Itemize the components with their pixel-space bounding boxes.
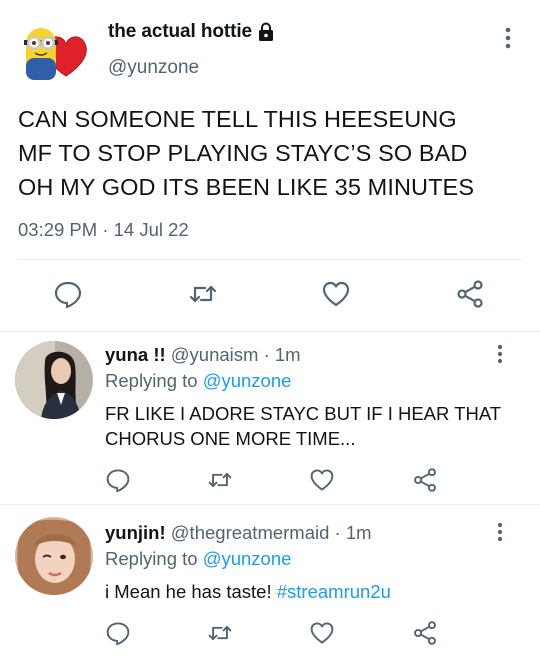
reply-avatar[interactable] — [15, 517, 93, 595]
more-vertical-icon[interactable] — [492, 521, 508, 543]
reply-actions — [0, 467, 540, 497]
share-icon[interactable] — [412, 467, 438, 493]
reply-actions — [0, 620, 540, 650]
tweet-text: CAN SOMEONE TELL THIS HEESEUNG MF TO STO… — [18, 106, 475, 200]
handle[interactable]: @yunzone — [108, 57, 199, 79]
tweet-actions — [0, 279, 540, 309]
tweet-timestamp[interactable]: 03:29 PM · 14 Jul 22 — [18, 219, 189, 241]
replying-to: Replying to @yunzone — [105, 370, 291, 392]
reply-icon[interactable] — [53, 279, 83, 309]
reply-text: FR LIKE I ADORE STAYC BUT IF I HEAR THAT… — [105, 403, 501, 449]
display-name-text[interactable]: the actual hottie — [108, 21, 252, 43]
divider — [18, 259, 522, 260]
reply-icon[interactable] — [105, 467, 131, 493]
reply-time: · 1m — [334, 522, 372, 543]
reply-display-name[interactable]: yunjin! — [105, 522, 166, 543]
retweet-icon[interactable] — [207, 620, 233, 646]
reply-handle[interactable]: @yunaism — [171, 344, 259, 365]
more-vertical-icon[interactable] — [500, 26, 516, 50]
replying-prefix: Replying to — [105, 370, 203, 391]
reply-time: · 1m — [263, 344, 301, 365]
share-icon[interactable] — [455, 279, 485, 309]
like-icon[interactable] — [321, 279, 351, 309]
reply-avatar[interactable] — [15, 341, 93, 419]
lock-icon — [257, 22, 275, 42]
retweet-icon[interactable] — [188, 279, 218, 309]
display-name[interactable]: the actual hottie — [108, 21, 275, 43]
profile-avatar[interactable] — [18, 18, 94, 88]
more-vertical-icon[interactable] — [492, 343, 508, 365]
retweet-icon[interactable] — [207, 467, 233, 493]
reply-text: i Mean he has taste! #streamrun2u — [105, 579, 525, 604]
replying-mention[interactable]: @yunzone — [203, 370, 292, 391]
reply-tweet[interactable]: yunjin! @thegreatmermaid · 1m Replying t… — [0, 505, 540, 659]
reply-display-name[interactable]: yuna !! — [105, 344, 166, 365]
reply-handle[interactable]: @thegreatmermaid — [171, 522, 330, 543]
main-tweet: the actual hottie @yunzone CAN SOMEONE T… — [0, 0, 540, 332]
like-icon[interactable] — [309, 467, 335, 493]
replying-prefix: Replying to — [105, 548, 203, 569]
reply-icon[interactable] — [105, 620, 131, 646]
hashtag-link[interactable]: #streamrun2u — [277, 581, 391, 602]
replying-mention[interactable]: @yunzone — [203, 548, 292, 569]
reply-tweet[interactable]: yuna !! @yunaism · 1m Replying to @yunzo… — [0, 332, 540, 505]
replying-to: Replying to @yunzone — [105, 548, 291, 570]
like-icon[interactable] — [309, 620, 335, 646]
reply-header: yuna !! @yunaism · 1m — [105, 344, 301, 366]
share-icon[interactable] — [412, 620, 438, 646]
reply-text-body: i Mean he has taste! — [105, 581, 277, 602]
reply-header: yunjin! @thegreatmermaid · 1m — [105, 522, 372, 544]
